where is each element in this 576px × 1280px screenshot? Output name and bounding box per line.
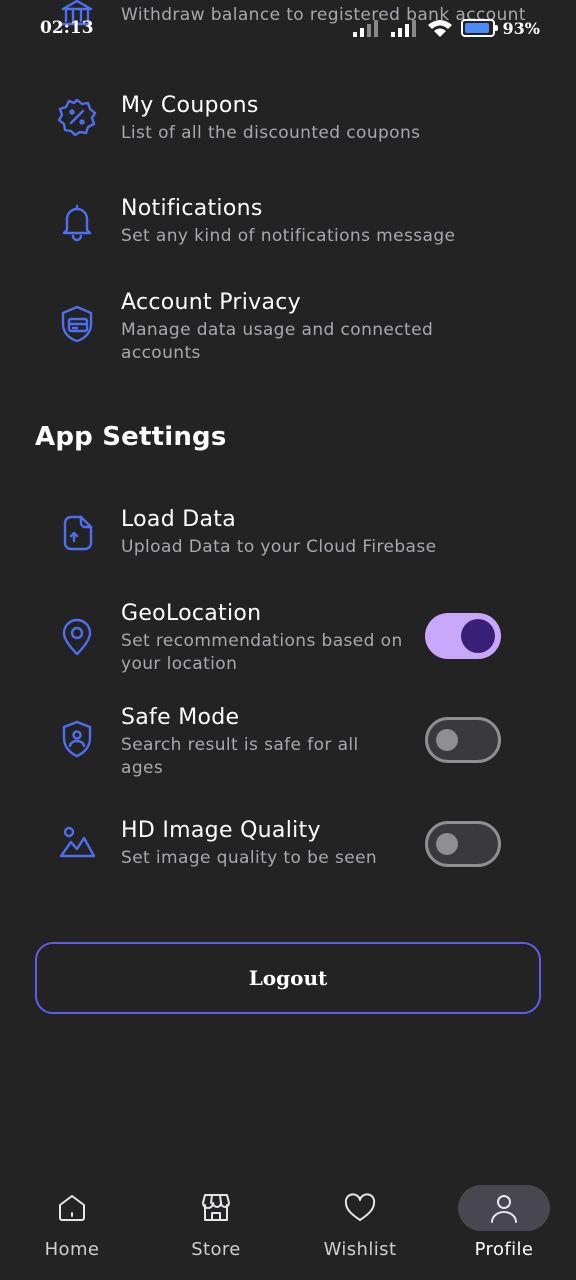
nav-profile[interactable]: Profile [458, 1185, 550, 1275]
document-upload-icon [56, 512, 98, 554]
battery-percent: 93% [502, 18, 540, 38]
status-bar: 02:13 93% [0, 0, 576, 56]
item-subtitle: Set any kind of notifications message [121, 226, 456, 246]
battery-icon [460, 19, 498, 37]
item-subtitle: Upload Data to your Cloud Firebase [121, 537, 437, 557]
hd-image-quality-toggle[interactable] [425, 821, 501, 867]
nav-wishlist[interactable]: Wishlist [314, 1185, 406, 1275]
nav-home[interactable]: Home [26, 1185, 118, 1275]
signal-icon [390, 20, 416, 37]
item-subtitle: Search result is safe for all ages [121, 735, 359, 778]
wifi-icon [427, 20, 452, 37]
status-icons: 93% [351, 18, 540, 38]
item-title: HD Image Quality [121, 818, 321, 843]
shop-icon [170, 1185, 262, 1231]
toggle-knob [436, 729, 458, 751]
item-title: Notifications [121, 196, 263, 221]
heart-icon [314, 1185, 406, 1231]
coupon-icon [56, 96, 98, 138]
list-item-account-privacy[interactable]: Account Privacy Manage data usage and co… [56, 289, 526, 365]
logout-button[interactable]: Logout [35, 942, 541, 1014]
geolocation-toggle[interactable] [425, 613, 501, 659]
item-title: My Coupons [121, 93, 259, 118]
item-title: Load Data [121, 507, 236, 532]
item-title: GeoLocation [121, 601, 262, 626]
nav-label: Profile [474, 1239, 534, 1260]
gallery-icon [56, 821, 98, 863]
location-icon [56, 616, 98, 658]
toggle-knob [436, 833, 458, 855]
user-icon [458, 1185, 550, 1231]
bottom-navigation: Home Store Wishlist Profile [0, 1170, 576, 1280]
bell-icon [56, 201, 98, 243]
signal-icon [352, 20, 378, 37]
nav-label: Home [44, 1239, 100, 1260]
section-title-app-settings: App Settings [35, 422, 227, 452]
item-title: Safe Mode [121, 705, 240, 730]
item-subtitle: List of all the discounted coupons [121, 123, 421, 143]
item-title: Account Privacy [121, 290, 301, 315]
item-subtitle: Set recommendations based on your locati… [121, 631, 403, 674]
status-time: 02:13 [40, 18, 94, 38]
nav-label: Wishlist [323, 1239, 397, 1260]
toggle-knob [461, 619, 495, 653]
list-item-load-data[interactable]: Load Data Upload Data to your Cloud Fire… [56, 506, 526, 559]
safe-mode-toggle[interactable] [425, 717, 501, 763]
home-icon [26, 1185, 118, 1231]
item-subtitle: Set image quality to be seen [121, 848, 378, 868]
list-item-my-coupons[interactable]: My Coupons List of all the discounted co… [56, 92, 526, 145]
nav-store[interactable]: Store [170, 1185, 262, 1275]
list-item-notifications[interactable]: Notifications Set any kind of notificati… [56, 195, 526, 248]
nav-label: Store [191, 1239, 241, 1260]
shield-card-icon [56, 303, 98, 345]
item-subtitle: Manage data usage and connected accounts [121, 320, 434, 363]
security-user-icon [56, 718, 98, 760]
